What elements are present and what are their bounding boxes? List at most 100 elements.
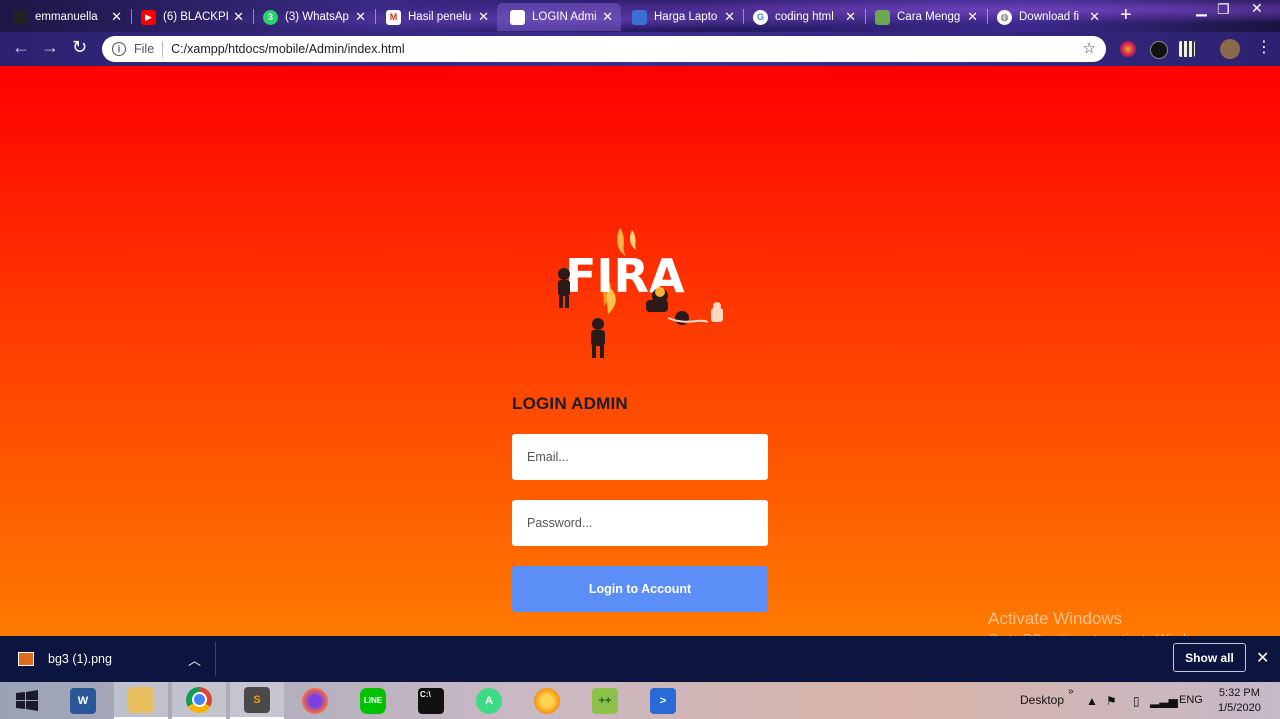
tab[interactable]: G coding html ✕ bbox=[740, 3, 864, 31]
taskbar-chrome[interactable] bbox=[172, 682, 226, 719]
url-text[interactable]: C:/xampp/htdocs/mobile/Admin/index.html bbox=[171, 42, 404, 56]
sublime-text-icon: S bbox=[244, 686, 270, 713]
taskbar-media-player[interactable] bbox=[520, 682, 574, 719]
new-tab-plus-icon[interactable]: + bbox=[1120, 4, 1132, 27]
clock-date: 1/5/2020 bbox=[1218, 702, 1261, 714]
site-icon bbox=[875, 9, 890, 25]
divider bbox=[215, 642, 216, 676]
tab[interactable]: M Hasil penelu ✕ bbox=[373, 3, 497, 31]
forward-arrow-icon[interactable]: → bbox=[41, 37, 59, 58]
tab[interactable]: emmanuella ✕ bbox=[0, 3, 130, 31]
close-icon[interactable]: ✕ bbox=[478, 9, 489, 25]
tab-title: emmanuella bbox=[35, 11, 98, 23]
language-indicator[interactable]: ENG bbox=[1179, 694, 1203, 706]
signal-icon[interactable]: ▂▃▅ bbox=[1150, 694, 1178, 708]
browser-toolbar: ← → ↻ i File C:/xampp/htdocs/mobile/Admi… bbox=[0, 32, 1280, 66]
taskbar-powershell[interactable]: > bbox=[636, 682, 690, 719]
close-window-icon[interactable]: ✕ bbox=[1251, 0, 1263, 17]
windows-logo-icon bbox=[16, 689, 38, 711]
back-arrow-icon[interactable]: ← bbox=[12, 37, 30, 58]
close-icon[interactable]: ✕ bbox=[355, 9, 366, 25]
tab-strip: emmanuella ✕ ▶ (6) BLACKPI ✕ 3 (3) Whats… bbox=[0, 0, 1280, 32]
taskbar-file-explorer[interactable] bbox=[114, 682, 168, 719]
chevron-up-icon[interactable]: ▲ bbox=[1086, 694, 1098, 708]
close-icon[interactable]: ✕ bbox=[1089, 9, 1100, 25]
tab[interactable]: Cara Mengg ✕ bbox=[862, 3, 986, 31]
taskbar-word[interactable]: W bbox=[56, 682, 110, 719]
close-icon[interactable]: ✕ bbox=[724, 9, 735, 25]
bookmark-star-icon[interactable]: ☆ bbox=[1083, 39, 1096, 57]
download-item[interactable]: bg3 (1).png bbox=[18, 652, 112, 666]
chevron-double-right-icon[interactable]: » bbox=[1068, 686, 1074, 697]
android-studio-icon: A bbox=[476, 687, 502, 714]
clock[interactable]: 5:32 PM 1/5/2020 bbox=[1218, 686, 1261, 716]
address-bar[interactable]: i File C:/xampp/htdocs/mobile/Admin/inde… bbox=[102, 36, 1106, 62]
emmanuella-favicon-icon bbox=[13, 9, 28, 25]
windows-taskbar: W S LINE C:\ A ++ > Desktop » ▲ ⚑ ▯ ▂▃▅ … bbox=[0, 682, 1280, 719]
restore-icon[interactable]: ❐ bbox=[1217, 1, 1230, 18]
minimize-icon[interactable]: ▁ bbox=[1196, 0, 1207, 17]
taskbar-line[interactable]: LINE bbox=[346, 682, 400, 719]
taskbar-notepad-plus-plus[interactable]: ++ bbox=[578, 682, 632, 719]
scheme-label: File bbox=[134, 42, 155, 56]
extension-icon[interactable] bbox=[1179, 41, 1195, 57]
action-center-flag-icon[interactable]: ⚑ bbox=[1106, 694, 1117, 708]
email-field[interactable] bbox=[512, 434, 768, 480]
show-all-button[interactable]: Show all bbox=[1173, 643, 1246, 672]
tab-title: Harga Lapto bbox=[654, 11, 718, 23]
taskbar-cmd[interactable]: C:\ bbox=[404, 682, 458, 719]
taskbar-sublime[interactable]: S bbox=[230, 682, 284, 719]
close-icon[interactable]: ✕ bbox=[602, 9, 613, 25]
password-field[interactable] bbox=[512, 500, 768, 546]
tab[interactable]: ▶ (6) BLACKPI ✕ bbox=[128, 3, 252, 31]
powershell-icon: > bbox=[650, 687, 676, 714]
tab-active[interactable]: LOGIN Admi ✕ bbox=[497, 3, 621, 31]
desktop-toolbar-label[interactable]: Desktop bbox=[1020, 693, 1064, 707]
firefox-icon bbox=[302, 687, 328, 714]
tab-title: coding html bbox=[775, 11, 834, 23]
youtube-icon: ▶ bbox=[141, 9, 156, 25]
battery-icon[interactable]: ▯ bbox=[1133, 694, 1140, 708]
tab-title: Hasil penelu bbox=[408, 11, 472, 23]
close-icon[interactable]: ✕ bbox=[1256, 648, 1269, 668]
reload-icon[interactable]: ↻ bbox=[72, 37, 87, 58]
media-player-icon bbox=[534, 687, 560, 714]
command-prompt-icon: C:\ bbox=[418, 687, 444, 714]
tab-title: (3) WhatsAp bbox=[285, 11, 349, 23]
tab[interactable]: ◍ Download fi ✕ bbox=[984, 3, 1108, 31]
chevron-up-icon[interactable]: ︿ bbox=[188, 650, 201, 669]
menu-kebab-icon[interactable]: ⋮ bbox=[1256, 37, 1272, 57]
taskbar-android-studio[interactable]: A bbox=[462, 682, 516, 719]
whatsapp-icon: 3 bbox=[263, 9, 278, 25]
extension-icon[interactable] bbox=[1150, 41, 1168, 59]
taskbar-firefox[interactable] bbox=[288, 682, 342, 719]
info-icon[interactable]: i bbox=[112, 42, 126, 56]
download-bar: bg3 (1).png ︿ Show all ✕ bbox=[0, 636, 1280, 682]
close-icon[interactable]: ✕ bbox=[967, 9, 978, 25]
login-button[interactable]: Login to Account bbox=[512, 566, 768, 612]
tab[interactable]: 3 (3) WhatsAp ✕ bbox=[250, 3, 374, 31]
close-icon[interactable]: ✕ bbox=[845, 9, 856, 25]
laptop-site-icon bbox=[632, 9, 647, 25]
download-file-name: bg3 (1).png bbox=[48, 652, 112, 666]
tab-title: LOGIN Admi bbox=[532, 11, 597, 23]
globe-icon: ◍ bbox=[997, 9, 1012, 25]
google-icon: G bbox=[753, 9, 768, 25]
page-title: LOGIN ADMIN bbox=[512, 394, 628, 413]
file-explorer-icon bbox=[128, 686, 154, 713]
chrome-icon bbox=[186, 686, 212, 713]
extension-icon[interactable] bbox=[1120, 41, 1136, 57]
close-icon[interactable]: ✕ bbox=[233, 9, 244, 25]
line-icon: LINE bbox=[360, 687, 386, 714]
gmail-icon: M bbox=[386, 9, 401, 25]
divider bbox=[162, 41, 164, 57]
start-button[interactable] bbox=[0, 682, 54, 719]
fira-logo: FIRA bbox=[558, 228, 723, 358]
close-icon[interactable]: ✕ bbox=[111, 9, 122, 25]
image-file-icon bbox=[18, 652, 34, 666]
tab-title: (6) BLACKPI bbox=[163, 11, 229, 23]
blank-page-icon bbox=[510, 9, 525, 25]
tab[interactable]: Harga Lapto ✕ bbox=[619, 3, 743, 31]
avatar[interactable] bbox=[1220, 39, 1240, 59]
tab-title: Download fi bbox=[1019, 11, 1080, 23]
